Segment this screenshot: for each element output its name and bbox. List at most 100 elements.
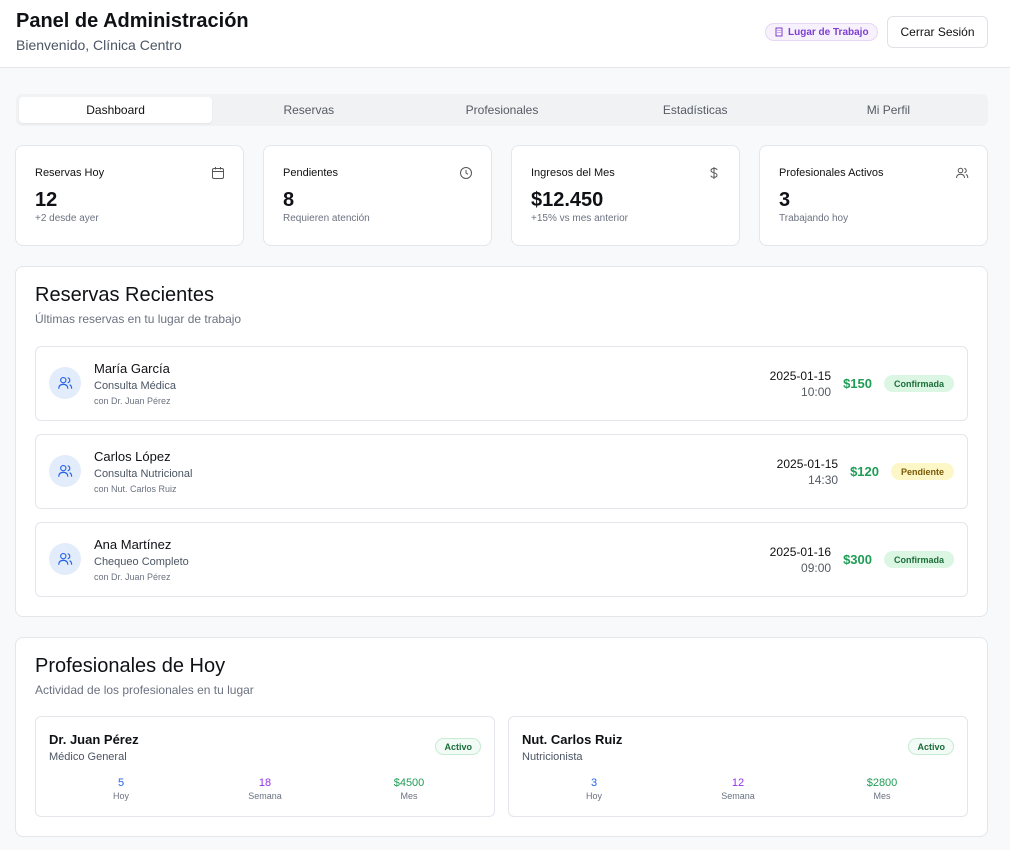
professional-name: Dr. Juan Pérez bbox=[49, 732, 139, 747]
status-badge: Confirmada bbox=[883, 551, 954, 568]
status-badge: Confirmada bbox=[883, 375, 954, 392]
workplace-badge-label: Lugar de Trabajo bbox=[788, 26, 869, 38]
stat-value: $12.450 bbox=[531, 189, 604, 211]
status-badge: Activo bbox=[908, 738, 954, 755]
professional-metrics: 5 Hoy 18 Semana $4500 Mes bbox=[49, 777, 481, 801]
metric-today: 3 Hoy bbox=[522, 777, 666, 801]
professionals-today-subtitle: Actividad de los profesionales en tu lug… bbox=[35, 683, 254, 697]
professionals-today-title: Profesionales de Hoy bbox=[35, 655, 226, 677]
metric-value: $2800 bbox=[866, 777, 898, 789]
users-icon bbox=[58, 552, 73, 565]
booking-row[interactable]: Carlos López Consulta Nutricional con Nu… bbox=[35, 434, 968, 509]
professional-name: Nut. Carlos Ruiz bbox=[522, 732, 623, 747]
professional-name: con Nut. Carlos Ruiz bbox=[94, 484, 177, 494]
client-name: Carlos López bbox=[94, 449, 171, 464]
main-tabs: Dashboard Reservas Profesionales Estadís… bbox=[16, 94, 988, 126]
booking-amount: $150 bbox=[843, 376, 872, 391]
metric-label: Mes bbox=[873, 791, 891, 801]
stat-value: 3 bbox=[779, 189, 791, 211]
building-icon bbox=[775, 27, 783, 37]
tab-reservas[interactable]: Reservas bbox=[212, 97, 405, 123]
users-icon bbox=[58, 376, 73, 389]
stat-card-reservas-hoy: Reservas Hoy 12 +2 desde ayer bbox=[15, 145, 244, 246]
page-title: Panel de Administración bbox=[16, 10, 249, 32]
metric-value: 5 bbox=[117, 777, 125, 789]
booking-amount: $300 bbox=[843, 552, 872, 567]
metric-today: 5 Hoy bbox=[49, 777, 193, 801]
metric-label: Semana bbox=[721, 791, 755, 801]
booking-details: 2025-01-15 14:30 $120 Pendiente bbox=[777, 435, 954, 508]
stat-note: Requieren atención bbox=[283, 213, 370, 224]
workplace-badge: Lugar de Trabajo bbox=[765, 23, 878, 41]
booking-row[interactable]: María García Consulta Médica con Dr. Jua… bbox=[35, 346, 968, 421]
metric-value: $4500 bbox=[393, 777, 425, 789]
page-subtitle: Bienvenido, Clínica Centro bbox=[16, 37, 182, 53]
header: Panel de Administración Bienvenido, Clín… bbox=[0, 0, 1010, 68]
booking-time: 14:30 bbox=[808, 472, 839, 487]
metric-month: $4500 Mes bbox=[337, 777, 481, 801]
metric-label: Semana bbox=[248, 791, 282, 801]
metric-value: 12 bbox=[731, 777, 745, 789]
users-icon bbox=[956, 167, 969, 179]
recent-bookings-title: Reservas Recientes bbox=[35, 284, 214, 306]
stat-card-pendientes: Pendientes 8 Requieren atención bbox=[263, 145, 492, 246]
booking-time: 10:00 bbox=[801, 384, 832, 399]
booking-time: 09:00 bbox=[801, 560, 832, 575]
tab-mi-perfil[interactable]: Mi Perfil bbox=[792, 97, 985, 123]
professionals-today-card: Profesionales de Hoy Actividad de los pr… bbox=[15, 637, 988, 837]
client-name: María García bbox=[94, 361, 170, 376]
professional-name: con Dr. Juan Pérez bbox=[94, 572, 171, 582]
stat-note: +2 desde ayer bbox=[35, 213, 99, 224]
booking-datetime: 2025-01-15 10:00 bbox=[770, 368, 831, 400]
professional-card[interactable]: Dr. Juan Pérez Médico General Activo 5 H… bbox=[35, 716, 495, 817]
stat-label: Ingresos del Mes bbox=[531, 167, 615, 179]
booking-row[interactable]: Ana Martínez Chequeo Completo con Dr. Ju… bbox=[35, 522, 968, 597]
metric-label: Hoy bbox=[585, 791, 602, 801]
service-name: Consulta Nutricional bbox=[94, 468, 193, 480]
professional-name: con Dr. Juan Pérez bbox=[94, 396, 171, 406]
avatar bbox=[49, 367, 81, 399]
stat-note: +15% vs mes anterior bbox=[531, 213, 628, 224]
calendar-icon bbox=[212, 167, 224, 179]
metric-week: 18 Semana bbox=[193, 777, 337, 801]
metric-month: $2800 Mes bbox=[810, 777, 954, 801]
tab-profesionales[interactable]: Profesionales bbox=[405, 97, 598, 123]
logout-button[interactable]: Cerrar Sesión bbox=[887, 16, 988, 48]
metric-week: 12 Semana bbox=[666, 777, 810, 801]
service-name: Chequeo Completo bbox=[94, 556, 189, 568]
stat-label: Profesionales Activos bbox=[779, 167, 884, 179]
tab-dashboard[interactable]: Dashboard bbox=[19, 97, 213, 123]
status-badge: Activo bbox=[435, 738, 481, 755]
professional-card[interactable]: Nut. Carlos Ruiz Nutricionista Activo 3 … bbox=[508, 716, 968, 817]
metric-value: 18 bbox=[258, 777, 272, 789]
metric-value: 3 bbox=[590, 777, 598, 789]
service-name: Consulta Médica bbox=[94, 380, 176, 392]
tab-estadisticas[interactable]: Estadísticas bbox=[599, 97, 792, 123]
stat-value: 12 bbox=[35, 189, 58, 211]
professional-role: Nutricionista bbox=[522, 751, 583, 763]
booking-datetime: 2025-01-15 14:30 bbox=[777, 456, 838, 488]
client-name: Ana Martínez bbox=[94, 537, 172, 552]
dollar-icon bbox=[710, 167, 718, 179]
stat-value: 8 bbox=[283, 189, 295, 211]
users-icon bbox=[58, 464, 73, 477]
metric-label: Hoy bbox=[112, 791, 129, 801]
stat-card-profesionales-activos: Profesionales Activos 3 Trabajando hoy bbox=[759, 145, 988, 246]
booking-datetime: 2025-01-16 09:00 bbox=[770, 544, 831, 576]
status-badge: Pendiente bbox=[890, 463, 954, 480]
avatar bbox=[49, 543, 81, 575]
stat-card-ingresos: Ingresos del Mes $12.450 +15% vs mes ant… bbox=[511, 145, 740, 246]
booking-date: 2025-01-16 bbox=[769, 544, 832, 559]
recent-bookings-card: Reservas Recientes Últimas reservas en t… bbox=[15, 266, 988, 617]
booking-details: 2025-01-15 10:00 $150 Confirmada bbox=[770, 347, 954, 420]
booking-date: 2025-01-15 bbox=[776, 456, 839, 471]
metric-label: Mes bbox=[400, 791, 418, 801]
professional-metrics: 3 Hoy 12 Semana $2800 Mes bbox=[522, 777, 954, 801]
booking-date: 2025-01-15 bbox=[769, 368, 832, 383]
stat-label: Reservas Hoy bbox=[35, 167, 105, 179]
booking-details: 2025-01-16 09:00 $300 Confirmada bbox=[770, 523, 954, 596]
clock-icon bbox=[460, 167, 472, 179]
recent-bookings-subtitle: Últimas reservas en tu lugar de trabajo bbox=[35, 312, 242, 326]
avatar bbox=[49, 455, 81, 487]
stat-note: Trabajando hoy bbox=[779, 213, 849, 224]
